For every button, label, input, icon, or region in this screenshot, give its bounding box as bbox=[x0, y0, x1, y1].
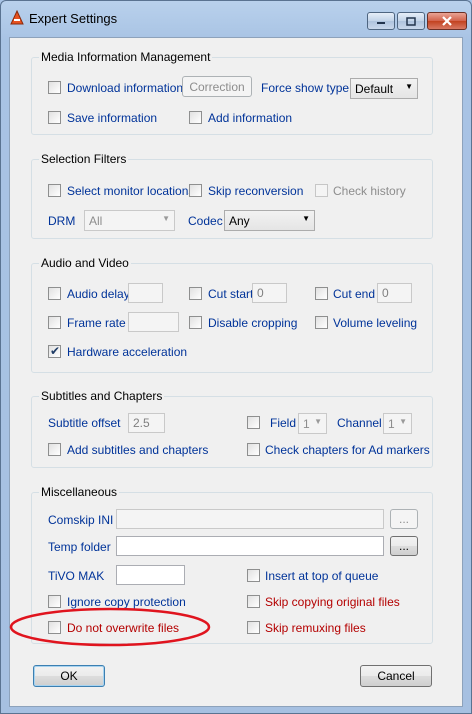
insert-top-queue-label: Insert at top of queue bbox=[265, 569, 379, 583]
download-information-checkbox[interactable] bbox=[48, 81, 61, 94]
volume-leveling-checkbox[interactable] bbox=[315, 316, 328, 329]
disable-cropping-label: Disable cropping bbox=[208, 316, 298, 330]
add-information-label: Add information bbox=[208, 111, 293, 125]
audio-delay-checkbox[interactable] bbox=[48, 287, 61, 300]
window-title: Expert Settings bbox=[29, 11, 118, 26]
frame-rate-input[interactable] bbox=[128, 312, 179, 332]
select-monitor-locations-checkbox[interactable] bbox=[48, 184, 61, 197]
tivo-mak-input[interactable] bbox=[116, 565, 185, 585]
tivo-mak-label: TiVO MAK bbox=[48, 569, 105, 583]
add-subtitles-label: Add subtitles and chapters bbox=[67, 443, 209, 457]
select-monitor-locations-label: Select monitor locations bbox=[67, 184, 195, 198]
comskip-ini-input[interactable] bbox=[116, 509, 384, 529]
check-history-label: Check history bbox=[333, 184, 406, 198]
insert-top-queue-checkbox[interactable] bbox=[247, 569, 260, 582]
channel-select[interactable]: 1 ▼ bbox=[383, 413, 412, 434]
app-icon bbox=[10, 10, 24, 25]
drm-label: DRM bbox=[48, 214, 76, 228]
cut-start-label: Cut start bbox=[208, 287, 254, 301]
maximize-icon bbox=[406, 16, 416, 26]
cut-end-checkbox[interactable] bbox=[315, 287, 328, 300]
codec-value: Any bbox=[229, 214, 250, 228]
minimize-icon bbox=[377, 22, 385, 24]
media-information-group: Media Information Management Download in… bbox=[31, 50, 433, 135]
checkmark-icon: ✔ bbox=[50, 344, 61, 358]
channel-label: Channel bbox=[337, 416, 382, 430]
subtitle-offset-input[interactable]: 2.5 bbox=[128, 413, 165, 433]
cancel-button[interactable]: Cancel bbox=[360, 665, 432, 687]
force-show-type-select[interactable]: Default ▼ bbox=[350, 78, 418, 99]
expert-settings-window: Expert Settings Media Information Manage… bbox=[0, 0, 472, 714]
minimize-button[interactable] bbox=[367, 12, 395, 30]
check-chapters-checkbox[interactable] bbox=[247, 443, 260, 456]
maximize-button[interactable] bbox=[397, 12, 425, 30]
frame-rate-checkbox[interactable] bbox=[48, 316, 61, 329]
add-information-checkbox[interactable] bbox=[189, 111, 202, 124]
temp-folder-browse-button[interactable]: ... bbox=[390, 536, 418, 556]
frame-rate-label: Frame rate bbox=[67, 316, 126, 330]
volume-leveling-label: Volume leveling bbox=[333, 316, 418, 330]
chevron-down-icon: ▼ bbox=[405, 82, 413, 91]
temp-folder-input[interactable] bbox=[116, 536, 384, 556]
force-show-type-value: Default bbox=[355, 82, 394, 96]
codec-select[interactable]: Any ▼ bbox=[224, 210, 315, 231]
check-chapters-label: Check chapters for Ad markers bbox=[265, 443, 430, 457]
hardware-acceleration-checkbox[interactable]: ✔ bbox=[48, 344, 61, 358]
temp-folder-label: Temp folder bbox=[48, 540, 111, 554]
field-value: 1 bbox=[303, 417, 310, 431]
cut-start-checkbox[interactable] bbox=[189, 287, 202, 300]
chevron-down-icon: ▼ bbox=[302, 214, 310, 223]
subtitles-chapters-group: Subtitles and Chapters Subtitle offset 2… bbox=[31, 389, 433, 468]
subtitles-group-title: Subtitles and Chapters bbox=[39, 389, 165, 403]
audio-delay-input[interactable] bbox=[128, 283, 163, 303]
selection-filters-group: Selection Filters Select monitor locatio… bbox=[31, 152, 433, 239]
save-information-checkbox[interactable] bbox=[48, 111, 61, 124]
chevron-down-icon: ▼ bbox=[162, 214, 170, 223]
media-group-title: Media Information Management bbox=[39, 50, 213, 64]
download-information-label: Download information bbox=[67, 81, 184, 95]
skip-copying-original-checkbox[interactable] bbox=[247, 595, 260, 608]
cut-end-input[interactable]: 0 bbox=[377, 283, 412, 303]
codec-label: Codec bbox=[188, 214, 223, 228]
skip-copying-original-label: Skip copying original files bbox=[265, 595, 400, 609]
cut-end-label: Cut end bbox=[333, 287, 376, 301]
skip-remuxing-label: Skip remuxing files bbox=[265, 621, 366, 635]
chevron-down-icon: ▼ bbox=[314, 417, 322, 426]
drm-select[interactable]: All ▼ bbox=[84, 210, 175, 231]
annotation-ellipse bbox=[9, 607, 211, 647]
field-checkbox[interactable] bbox=[247, 416, 260, 429]
check-history-checkbox[interactable] bbox=[315, 184, 328, 197]
skip-remuxing-checkbox[interactable] bbox=[247, 621, 260, 634]
disable-cropping-checkbox[interactable] bbox=[189, 316, 202, 329]
comskip-ini-label: Comskip INI bbox=[48, 513, 114, 527]
title-bar[interactable]: Expert Settings bbox=[1, 1, 471, 31]
cut-start-input[interactable]: 0 bbox=[252, 283, 287, 303]
hardware-acceleration-label: Hardware acceleration bbox=[67, 345, 188, 359]
add-subtitles-checkbox[interactable] bbox=[48, 443, 61, 456]
audio-delay-label: Audio delay bbox=[67, 287, 130, 301]
ok-button[interactable]: OK bbox=[33, 665, 105, 687]
close-icon bbox=[442, 16, 452, 26]
comskip-browse-button[interactable]: ... bbox=[390, 509, 418, 529]
selection-group-title: Selection Filters bbox=[39, 152, 129, 166]
force-show-type-label: Force show type bbox=[261, 81, 350, 95]
subtitle-offset-label: Subtitle offset bbox=[48, 416, 121, 430]
field-select[interactable]: 1 ▼ bbox=[298, 413, 327, 434]
skip-reconversion-checkbox[interactable] bbox=[189, 184, 202, 197]
field-label: Field bbox=[270, 416, 297, 430]
audio-video-group: Audio and Video Audio delay Cut start 0 … bbox=[31, 256, 433, 373]
chevron-down-icon: ▼ bbox=[399, 417, 407, 426]
correction-button[interactable]: Correction bbox=[182, 76, 252, 97]
save-information-label: Save information bbox=[67, 111, 158, 125]
skip-reconversion-label: Skip reconversion bbox=[208, 184, 304, 198]
channel-value: 1 bbox=[388, 417, 395, 431]
close-button[interactable] bbox=[427, 12, 467, 30]
drm-value: All bbox=[89, 214, 103, 228]
audio-video-group-title: Audio and Video bbox=[39, 256, 131, 270]
misc-group-title: Miscellaneous bbox=[39, 485, 120, 499]
